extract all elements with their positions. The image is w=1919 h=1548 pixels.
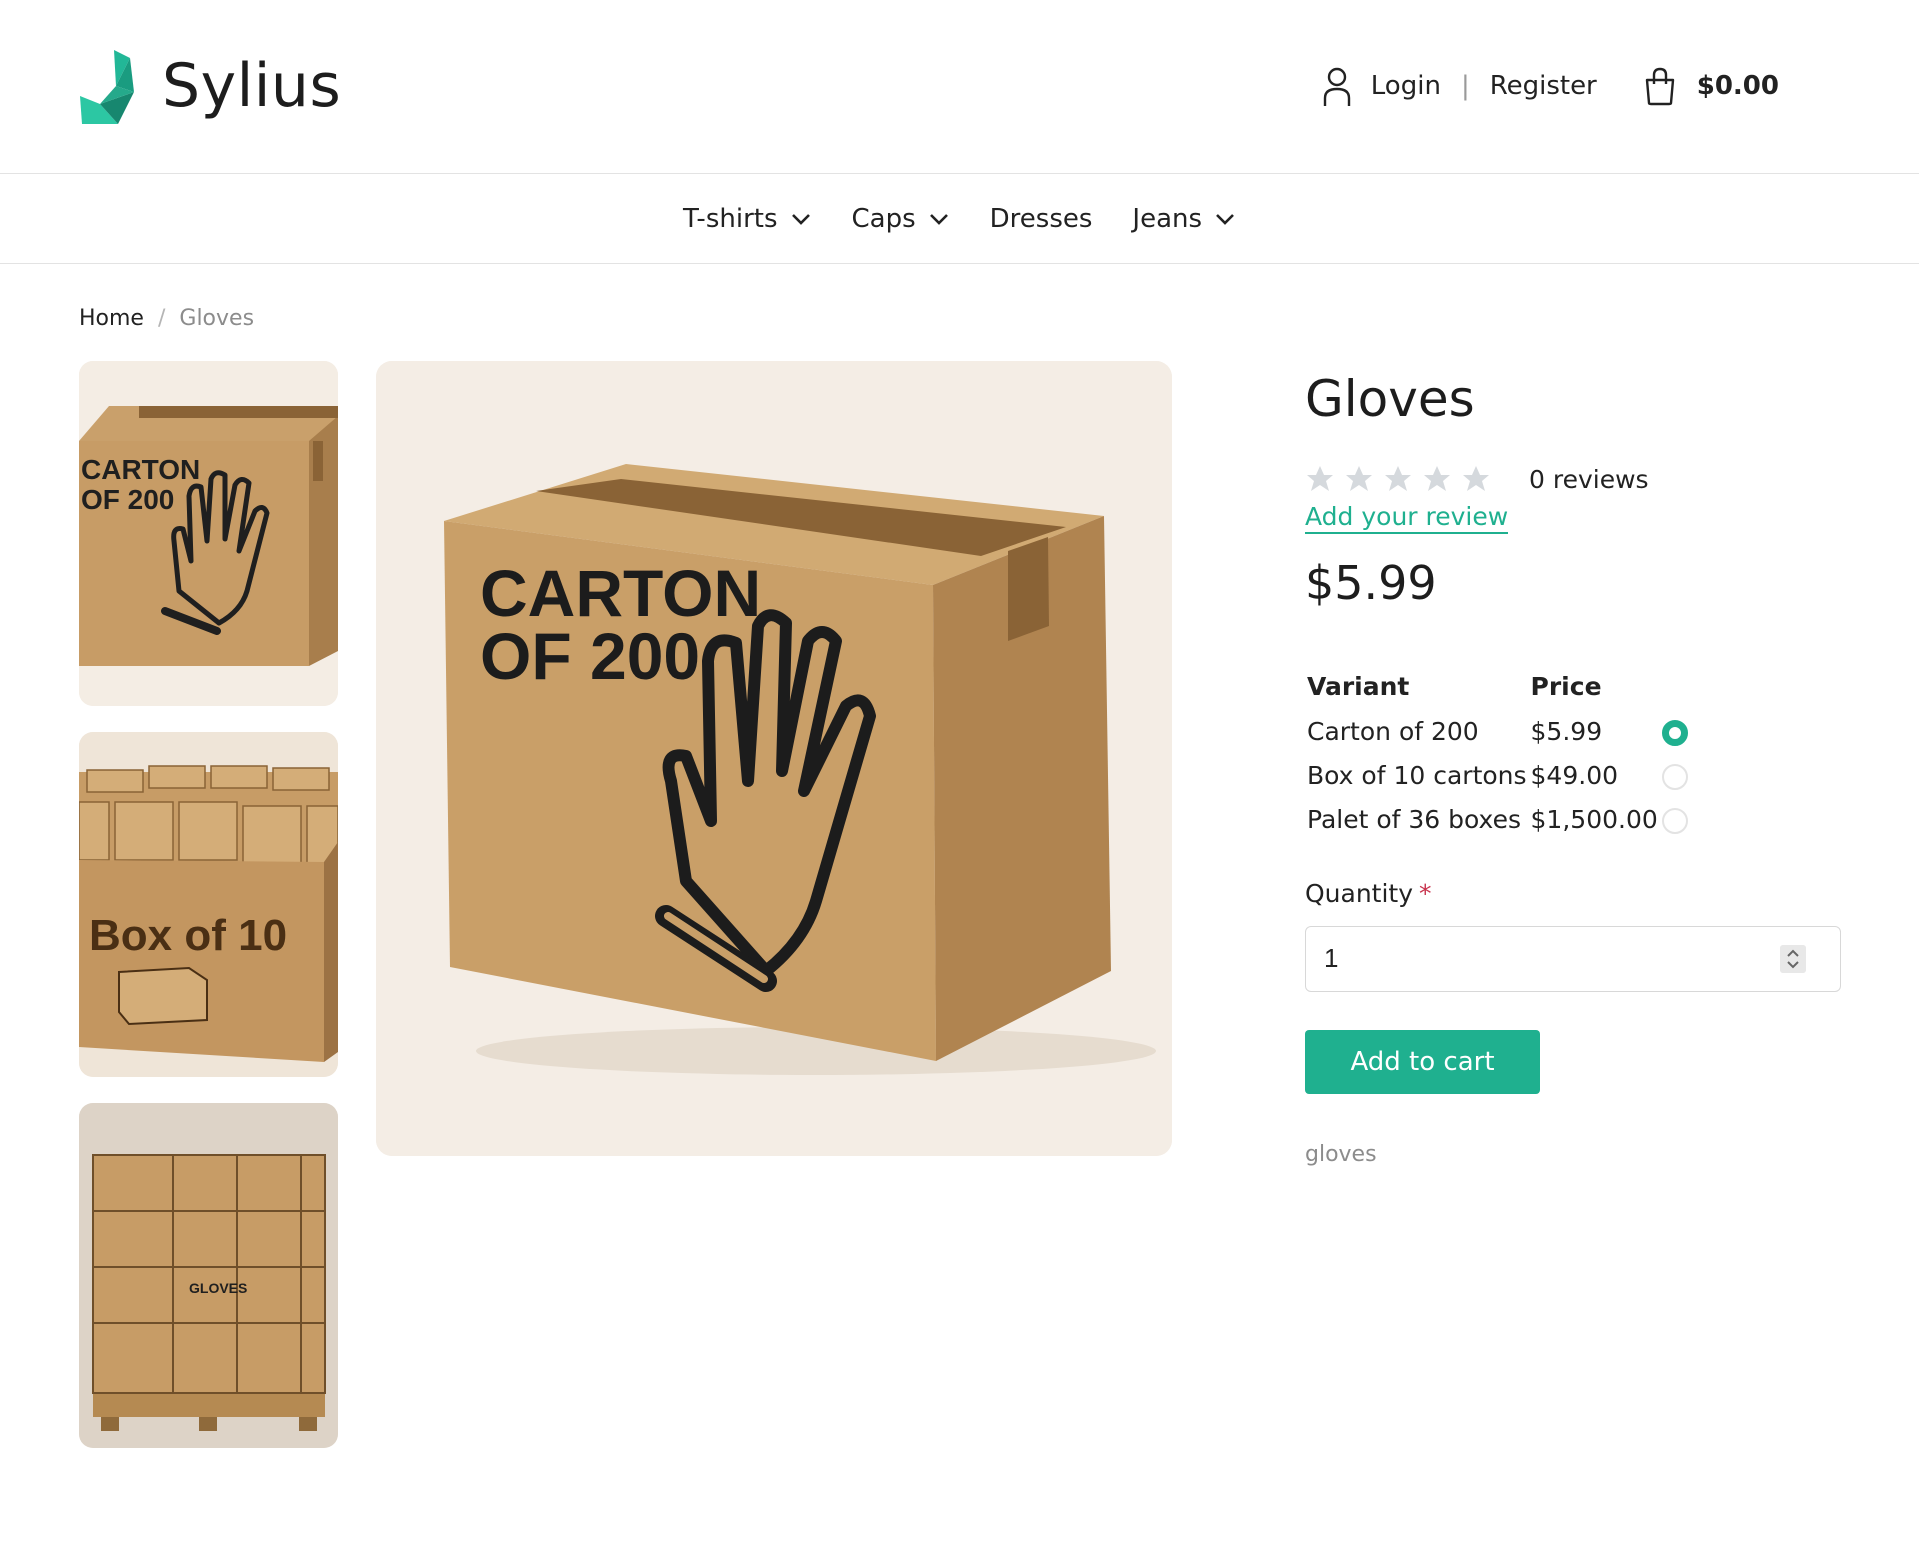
star-icon xyxy=(1346,466,1372,491)
main-box-text-line2: OF 200 xyxy=(480,619,700,693)
star-icon xyxy=(1307,466,1333,491)
register-link[interactable]: Register xyxy=(1490,71,1597,101)
thumb1-text-line2: OF 200 xyxy=(81,484,174,515)
variant-name: Carton of 200 xyxy=(1307,716,1479,746)
login-link[interactable]: Login xyxy=(1371,71,1441,101)
product-details: Gloves 0 reviews Add your review $5.99 V… xyxy=(1305,370,1845,1167)
variant-name: Palet of 36 boxes xyxy=(1307,804,1521,834)
main-navigation: T-shirts Caps Dresses Jeans xyxy=(0,175,1919,264)
quantity-field[interactable] xyxy=(1305,926,1841,992)
nav-item-dresses[interactable]: Dresses xyxy=(990,204,1093,234)
variant-column-header: Variant xyxy=(1307,672,1410,701)
account-menu: Login | Register $0.00 xyxy=(1321,64,1779,108)
thumbnail-box-of-10[interactable]: Box of 10 xyxy=(79,732,338,1077)
nav-item-jeans[interactable]: Jeans xyxy=(1132,204,1236,234)
star-icon xyxy=(1424,466,1450,491)
review-count: 0 reviews xyxy=(1529,464,1649,494)
pallet-image: GLOVES xyxy=(79,1103,338,1448)
variant-radio[interactable] xyxy=(1661,719,1688,746)
thumb3-text: GLOVES xyxy=(189,1280,247,1296)
variant-table: Variant Price Carton of 200 $5.99 Box of… xyxy=(1305,672,1690,841)
quantity-stepper[interactable] xyxy=(1780,945,1806,973)
thumbnail-pallet[interactable]: GLOVES xyxy=(79,1103,338,1448)
variant-row: Box of 10 cartons $49.00 xyxy=(1305,753,1690,797)
product-rating: 0 reviews xyxy=(1305,464,1845,494)
nav-item-label: Jeans xyxy=(1132,204,1203,234)
logo-icon xyxy=(80,50,134,124)
quantity-label: Quantity * xyxy=(1305,879,1845,908)
variant-row: Palet of 36 boxes $1,500.00 xyxy=(1305,797,1690,841)
variant-price: $1,500.00 xyxy=(1530,804,1658,834)
add-to-cart-button[interactable]: Add to cart xyxy=(1305,1030,1540,1094)
carton-image: CARTON OF 200 xyxy=(79,361,338,706)
required-marker: * xyxy=(1419,879,1432,908)
cart-button[interactable]: $0.00 xyxy=(1643,66,1779,106)
star-icon xyxy=(1385,466,1411,491)
price-column-header: Price xyxy=(1530,672,1602,701)
site-header: Sylius Login | Register $0.00 xyxy=(0,0,1919,174)
breadcrumb-home[interactable]: Home xyxy=(79,306,144,331)
nav-item-label: T-shirts xyxy=(682,204,778,234)
carton-of-200-image: CARTON OF 200 xyxy=(376,361,1172,1156)
box-of-10-image: Box of 10 xyxy=(79,732,338,1077)
cart-total: $0.00 xyxy=(1696,71,1779,101)
thumb2-text: Box of 10 xyxy=(89,911,287,960)
product-price: $5.99 xyxy=(1305,556,1437,610)
select-column-header xyxy=(1660,672,1690,709)
variant-price: $5.99 xyxy=(1530,716,1603,746)
nav-item-caps[interactable]: Caps xyxy=(852,204,950,234)
product-tag[interactable]: gloves xyxy=(1305,1142,1845,1167)
chevron-down-icon xyxy=(791,214,810,225)
breadcrumb-current: Gloves xyxy=(179,306,255,331)
breadcrumb: Home / Gloves xyxy=(79,306,254,331)
variant-name: Box of 10 cartons xyxy=(1307,760,1527,790)
brand-name: Sylius xyxy=(162,51,342,121)
chevron-down-icon xyxy=(929,214,948,225)
nav-item-t-shirts[interactable]: T-shirts xyxy=(683,204,812,234)
product-title: Gloves xyxy=(1305,370,1475,428)
account-separator: | xyxy=(1460,71,1470,101)
variant-row: Carton of 200 $5.99 xyxy=(1305,709,1690,753)
thumb1-text-line1: CARTON xyxy=(81,454,200,485)
variant-price: $49.00 xyxy=(1530,760,1619,790)
shopping-bag-icon xyxy=(1645,67,1674,106)
variant-radio[interactable] xyxy=(1661,807,1688,834)
thumbnail-carton[interactable]: CARTON OF 200 xyxy=(79,361,338,706)
nav-item-label: Caps xyxy=(851,204,916,234)
rating-stars xyxy=(1305,464,1491,494)
product-main-image[interactable]: CARTON OF 200 xyxy=(376,361,1172,1156)
chevron-down-icon xyxy=(1216,214,1234,225)
user-icon xyxy=(1323,67,1350,106)
quantity-label-text: Quantity xyxy=(1305,879,1414,908)
star-icon xyxy=(1463,466,1489,491)
breadcrumb-separator: / xyxy=(157,306,166,331)
nav-item-label: Dresses xyxy=(989,204,1093,234)
variant-radio[interactable] xyxy=(1661,763,1688,790)
logo[interactable]: Sylius xyxy=(78,48,341,124)
quantity-input[interactable] xyxy=(1324,943,1724,974)
add-review-link[interactable]: Add your review xyxy=(1305,502,1509,534)
